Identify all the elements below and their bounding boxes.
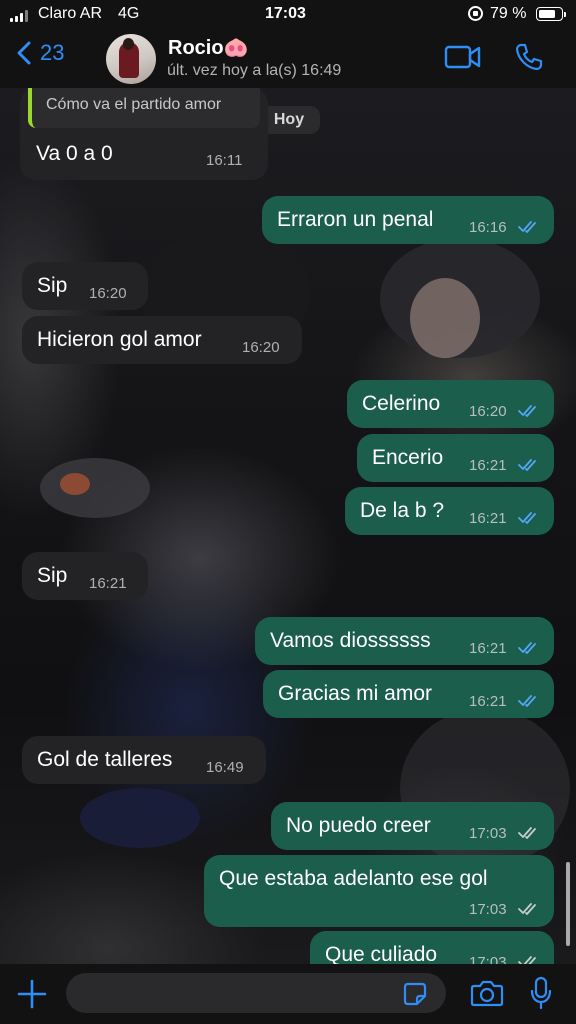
camera-icon[interactable] xyxy=(470,978,504,1008)
message-input-bar xyxy=(0,964,576,1024)
message-text: Que estaba adelanto ese gol xyxy=(219,867,488,890)
message-bubble[interactable]: Vamos diossssss 16:21 xyxy=(255,617,554,665)
message-time: 16:21 xyxy=(469,457,507,474)
message-time: 16:20 xyxy=(469,403,507,420)
read-receipt-icon xyxy=(518,695,536,707)
message-time: 17:03 xyxy=(469,901,507,918)
message-bubble[interactable]: Celerino 16:20 xyxy=(347,380,554,428)
read-receipt-icon xyxy=(518,221,536,233)
chat-header: 23 Rocio🐽 últ. vez hoy a la(s) 16:49 xyxy=(0,30,576,88)
message-bubble[interactable]: Cómo va el partido amor Va 0 a 0 16:11 xyxy=(20,88,268,180)
signal-icon xyxy=(10,10,32,22)
message-text: Hicieron gol amor xyxy=(37,328,202,351)
message-time: 16:21 xyxy=(89,575,127,592)
network-label: 4G xyxy=(118,5,140,22)
quoted-text: Cómo va el partido amor xyxy=(46,96,222,113)
rotation-lock-icon xyxy=(468,6,483,21)
message-bubble[interactable]: Gracias mi amor 16:21 xyxy=(263,670,554,718)
read-receipt-icon xyxy=(518,405,536,417)
message-text: Sip xyxy=(37,564,68,587)
message-bubble[interactable]: Erraron un penal 16:16 xyxy=(262,196,554,244)
message-input[interactable] xyxy=(66,973,446,1013)
message-bubble[interactable]: Hicieron gol amor 16:20 xyxy=(22,316,302,364)
status-bar: Claro AR 4G 17:03 79 % xyxy=(0,0,576,30)
message-time: 16:20 xyxy=(242,339,280,356)
message-text: No puedo creer xyxy=(286,814,431,837)
back-unread-count: 23 xyxy=(40,40,65,65)
message-bubble[interactable]: No puedo creer 17:03 xyxy=(271,802,554,850)
microphone-icon[interactable] xyxy=(530,976,552,1010)
read-receipt-icon xyxy=(518,642,536,654)
battery-icon xyxy=(536,7,566,21)
message-time: 16:21 xyxy=(469,693,507,710)
back-button[interactable]: 23 xyxy=(14,40,64,66)
carrier-label: Claro AR xyxy=(38,5,103,22)
message-time: 16:11 xyxy=(206,152,243,169)
message-time: 17:03 xyxy=(469,825,507,842)
message-text: Erraron un penal xyxy=(277,208,434,231)
scroll-indicator[interactable] xyxy=(566,862,570,946)
message-time: 16:49 xyxy=(206,759,244,776)
last-seen-status: últ. vez hoy a la(s) 16:49 xyxy=(167,62,342,79)
quoted-message[interactable]: Cómo va el partido amor xyxy=(28,88,260,128)
phone-icon[interactable] xyxy=(514,42,544,72)
message-text: Vamos diossssss xyxy=(270,629,431,652)
message-text: Gol de talleres xyxy=(37,748,173,771)
message-bubble[interactable]: De la b ? 16:21 xyxy=(345,487,554,535)
video-call-icon[interactable] xyxy=(444,42,482,72)
message-bubble[interactable]: Encerio 16:21 xyxy=(357,434,554,482)
sticker-icon[interactable] xyxy=(402,981,428,1007)
message-time: 16:21 xyxy=(469,640,507,657)
delivered-receipt-icon xyxy=(518,827,536,839)
message-text: Gracias mi amor xyxy=(278,682,433,705)
message-bubble[interactable]: Gol de talleres 16:49 xyxy=(22,736,266,784)
message-bubble[interactable]: Sip 16:21 xyxy=(22,552,148,600)
message-text: Va 0 a 0 xyxy=(36,142,113,165)
message-text: Celerino xyxy=(362,392,441,415)
avatar[interactable] xyxy=(106,34,156,84)
message-bubble[interactable]: Sip 16:20 xyxy=(22,262,148,310)
delivered-receipt-icon xyxy=(518,903,536,915)
back-chevron-icon xyxy=(17,41,31,65)
message-time: 16:16 xyxy=(469,219,507,236)
message-text: Sip xyxy=(37,274,68,297)
read-receipt-icon xyxy=(518,459,536,471)
message-text: De la b ? xyxy=(360,499,445,522)
plus-icon[interactable] xyxy=(16,978,48,1010)
message-time: 16:21 xyxy=(469,510,507,527)
message-time: 16:20 xyxy=(89,285,127,302)
battery-percent: 79 % xyxy=(490,5,527,22)
message-bubble[interactable]: Que estaba adelanto ese gol 17:03 xyxy=(204,855,554,927)
contact-name[interactable]: Rocio🐽 xyxy=(168,35,248,60)
read-receipt-icon xyxy=(518,512,536,524)
clock: 17:03 xyxy=(265,5,306,22)
message-text: Encerio xyxy=(372,446,444,469)
